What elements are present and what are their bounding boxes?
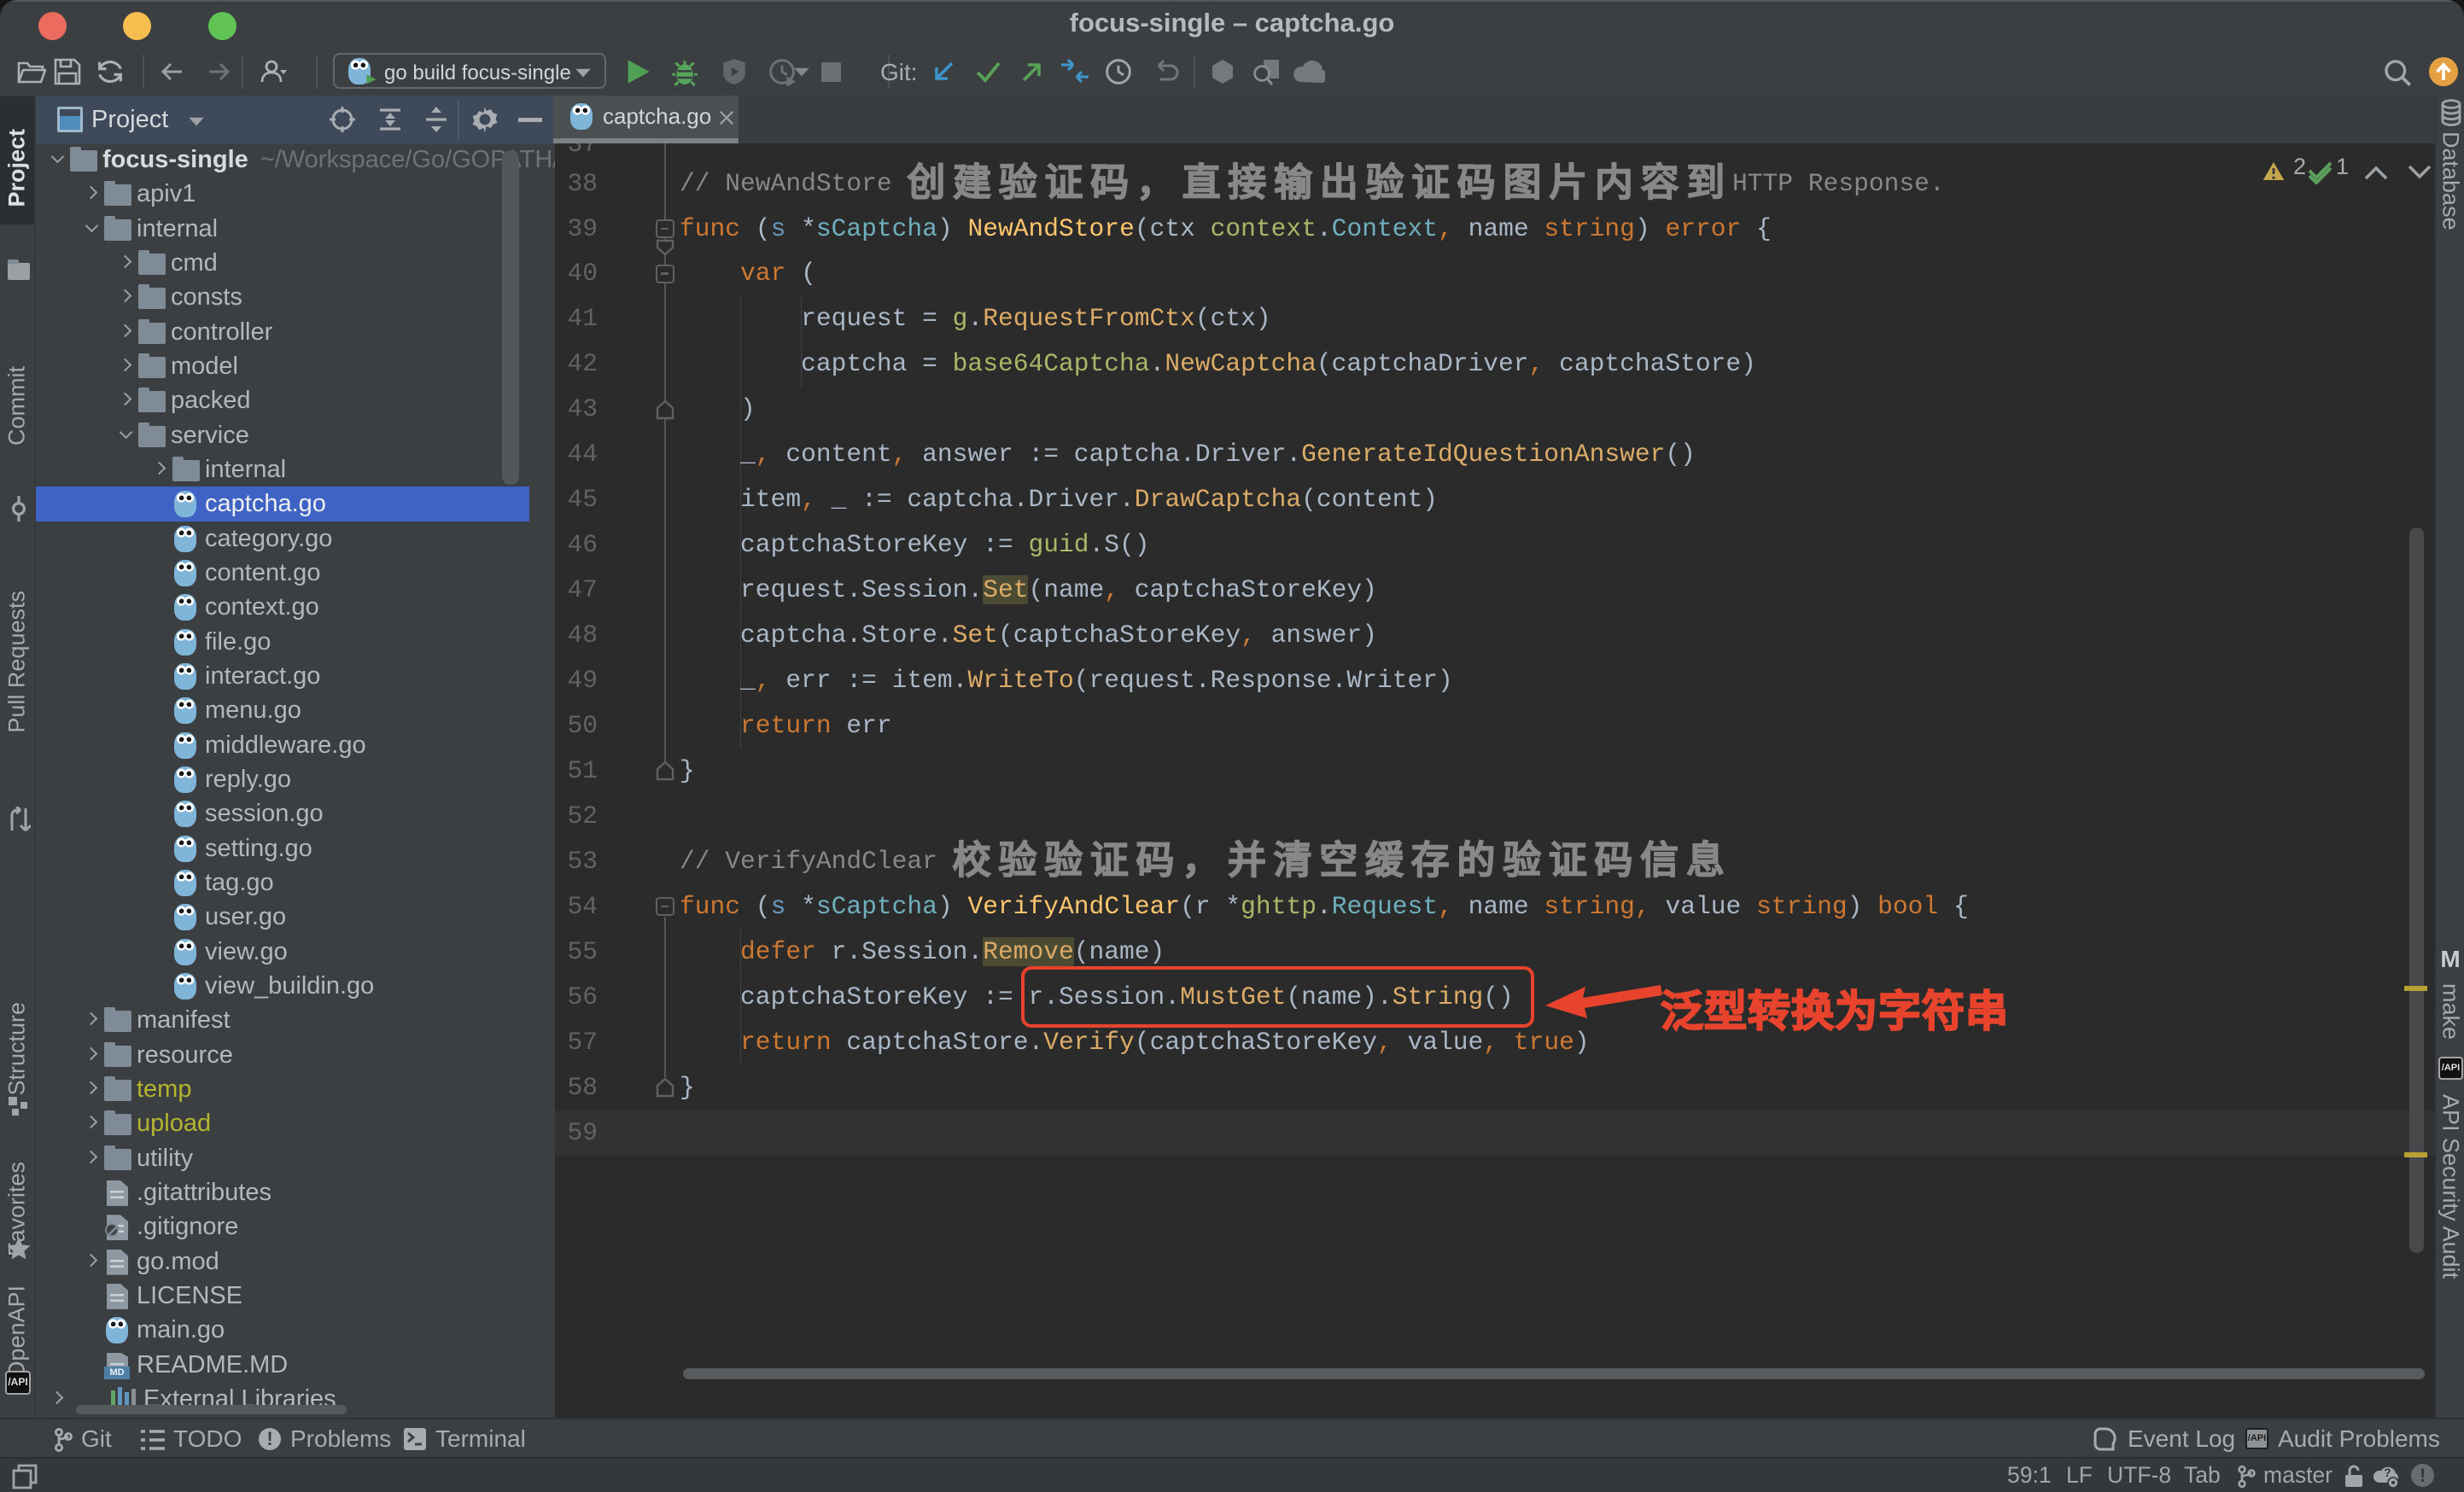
svg-text:?: ?	[2384, 1466, 2391, 1479]
